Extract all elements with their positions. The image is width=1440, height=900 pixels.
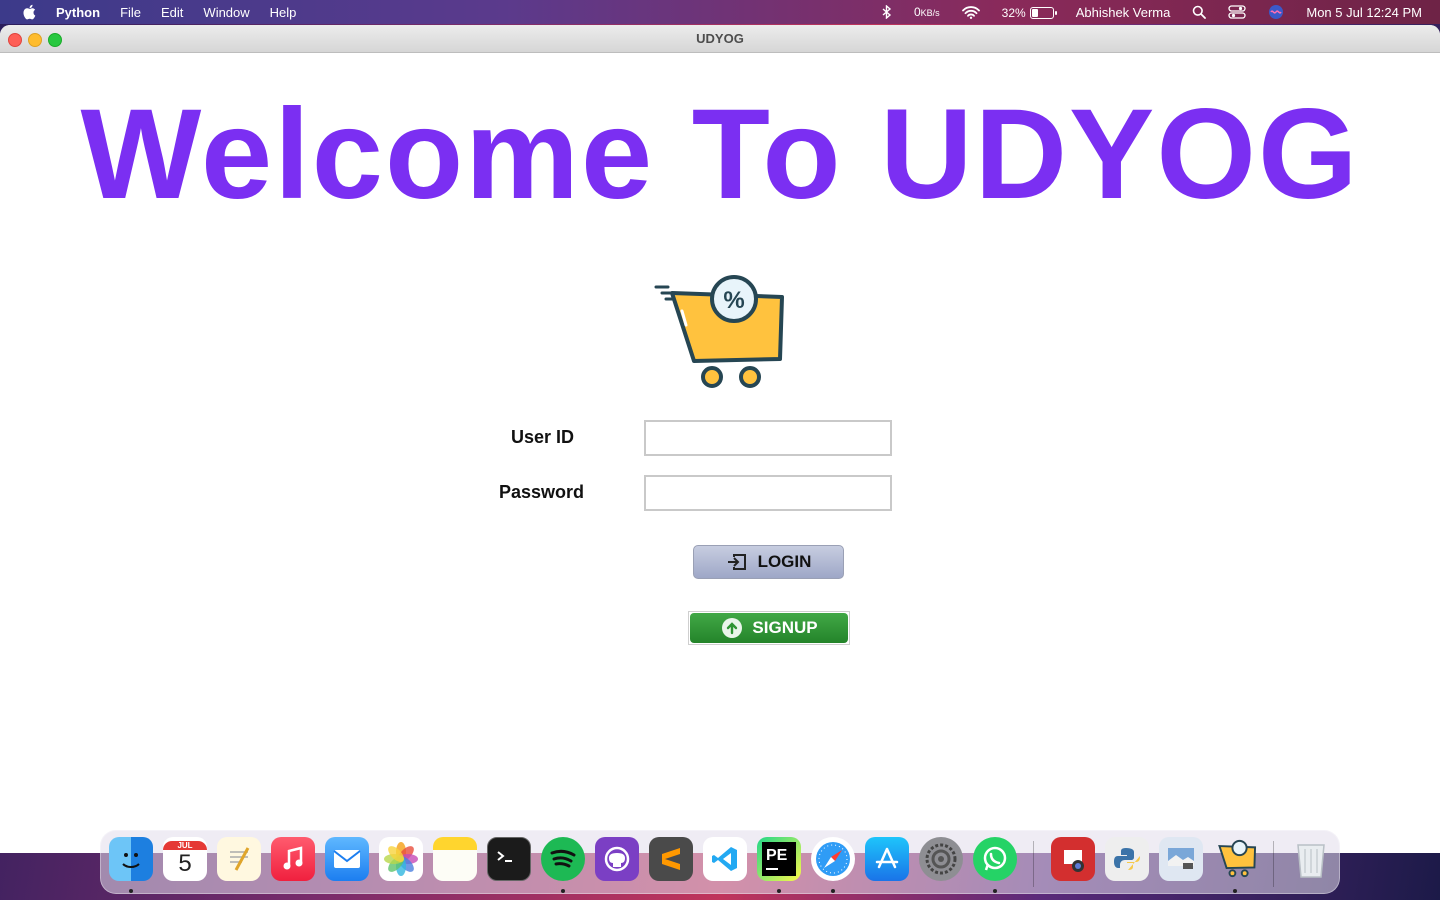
calendar-icon[interactable]: JUL 5 [163,837,207,881]
wifi-icon[interactable] [961,5,980,19]
udyog-running-dot [1233,889,1237,893]
battery-percent: 32% [1001,5,1026,20]
photos-icon[interactable] [379,837,423,881]
terminal-icon[interactable] [487,837,531,881]
textedit-icon[interactable] [217,837,261,881]
finder-running-dot [129,889,133,893]
network-speed-value: 0 [913,5,921,19]
menu-window[interactable]: Window [203,5,249,20]
login-button-label: LOGIN [757,552,812,571]
dock: JUL 5 PE [100,830,1340,894]
pycharm-icon[interactable]: PE [757,837,801,881]
password-input[interactable] [644,475,892,511]
dock-separator-trash [1273,841,1274,887]
vscode-icon[interactable] [703,837,747,881]
mail-icon[interactable] [325,837,369,881]
app-window: UDYOG Welcome To UDYOG % User ID Passwor… [0,25,1440,853]
user-id-input[interactable] [644,420,892,456]
system-preferences-icon[interactable] [919,837,963,881]
battery-status[interactable]: 32% [1001,5,1057,20]
control-center-icon[interactable] [1228,5,1247,19]
spotify-running-dot [561,889,565,893]
signup-button[interactable]: SIGNUP [690,613,848,643]
shopping-cart-logo-icon: % [654,275,784,388]
menu-app-python[interactable]: Python [56,5,100,20]
login-icon [727,554,746,570]
trash-icon[interactable] [1289,837,1333,881]
battery-icon [1029,7,1057,20]
menu-edit[interactable]: Edit [161,5,183,20]
finder-icon[interactable] [109,837,153,881]
user-name[interactable]: Abhishek Verma [1076,5,1171,20]
window-titlebar[interactable]: UDYOG [0,25,1440,53]
siri-icon[interactable] [1268,4,1284,20]
signup-button-frame: SIGNUP [688,611,850,645]
network-speed-unit: KB/s [920,8,940,18]
cart-badge-percent: % [723,287,744,314]
notes-icon[interactable] [433,837,477,881]
password-label: Password [499,482,585,502]
spotlight-search-icon[interactable] [1192,5,1207,19]
network-speed[interactable]: 0KB/s [914,5,940,19]
pycharm-label: PE [766,847,788,864]
whatsapp-running-dot [993,889,997,893]
dock-separator [1033,841,1034,887]
calendar-month: JUL [163,840,207,850]
pycharm-running-dot [777,889,781,893]
photo-booth-icon[interactable] [1051,837,1095,881]
github-desktop-icon[interactable] [595,837,639,881]
clock[interactable]: Mon 5 Jul 12:24 PM [1306,5,1422,20]
calendar-day: 5 [178,849,192,877]
welcome-heading: Welcome To UDYOG [80,83,1360,226]
login-button[interactable]: LOGIN [693,545,844,579]
music-icon[interactable] [271,837,315,881]
preview-icon[interactable] [1159,837,1203,881]
app-store-icon[interactable] [865,837,909,881]
safari-running-dot [831,889,835,893]
signup-button-label: SIGNUP [752,618,818,637]
menu-file[interactable]: File [120,5,141,20]
pycharm-underscore [766,868,778,870]
menu-bar-status-area: 0KB/s 32% Abhishek Verma Mon 5 Jul 12:24… [860,0,1422,24]
whatsapp-icon[interactable] [973,837,1017,881]
udyog-cart-icon[interactable] [1213,837,1257,881]
spotify-icon[interactable] [541,837,585,881]
bluetooth-icon[interactable] [882,5,892,19]
cloud-upload-icon [722,618,743,638]
window-title: UDYOG [696,31,744,46]
python-launcher-icon[interactable] [1105,837,1149,881]
sublime-text-icon[interactable] [649,837,693,881]
user-id-label: User ID [511,427,575,447]
safari-icon[interactable] [811,837,855,881]
menu-bar: Python File Edit Window Help 0KB/s 32% A… [0,0,1440,24]
menu-help[interactable]: Help [270,5,297,20]
apple-icon[interactable] [22,4,36,20]
